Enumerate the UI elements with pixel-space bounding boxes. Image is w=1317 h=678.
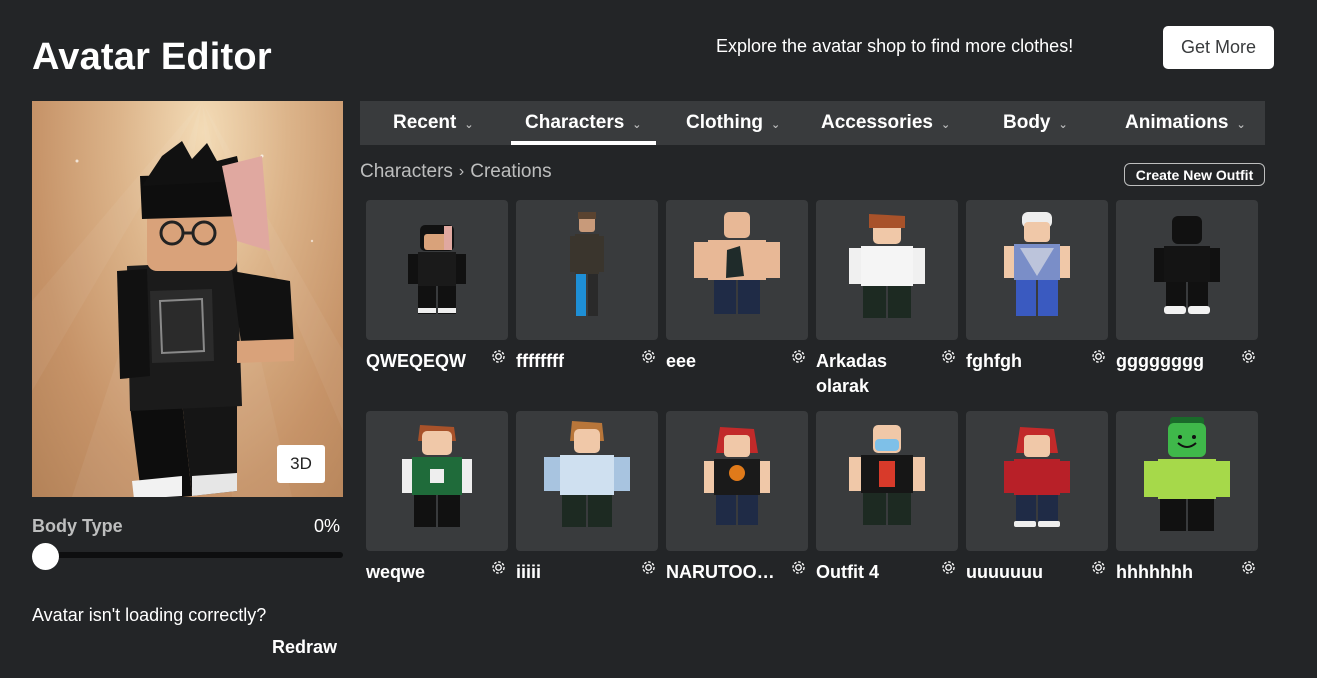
chevron-right-icon: › xyxy=(458,163,465,180)
outfit-thumbnail[interactable] xyxy=(666,411,808,551)
gear-icon[interactable] xyxy=(1240,348,1257,365)
tab-label: Characters xyxy=(525,112,625,133)
gear-icon[interactable] xyxy=(790,559,807,576)
outfit-name: NARUTOOOO xyxy=(666,562,784,582)
create-new-outfit-button[interactable]: Create New Outfit xyxy=(1124,163,1265,186)
outfit-name: Arkadas olarak xyxy=(816,351,888,396)
outfit-thumbnail[interactable] xyxy=(966,200,1108,340)
outfit-thumbnail[interactable] xyxy=(366,200,508,340)
tab-clothing[interactable]: Clothing ⌄ xyxy=(686,101,780,145)
outfit-name: Outfit 4 xyxy=(816,562,879,582)
gear-icon[interactable] xyxy=(640,559,657,576)
outfit-thumbnail[interactable] xyxy=(1116,411,1258,551)
body-type-value: 0% xyxy=(314,516,341,536)
gear-icon[interactable] xyxy=(490,348,507,365)
gear-icon[interactable] xyxy=(940,559,957,576)
tab-label: Body xyxy=(1003,112,1051,133)
gear-icon[interactable] xyxy=(1240,559,1257,576)
chevron-down-icon: ⌄ xyxy=(632,118,642,131)
tab-label: Animations xyxy=(1125,112,1229,133)
body-type-slider-thumb[interactable] xyxy=(32,543,59,570)
view-3d-toggle[interactable]: 3D xyxy=(277,445,325,483)
outfit-thumbnail[interactable] xyxy=(666,200,808,340)
avatar-preview[interactable]: 3D xyxy=(32,101,343,497)
tab-label: Accessories xyxy=(821,112,933,133)
body-type-slider-track[interactable] xyxy=(32,552,343,558)
outfit-name: fghfgh xyxy=(966,351,1022,371)
outfit-thumbnail[interactable] xyxy=(966,411,1108,551)
outfit-thumbnail[interactable] xyxy=(516,200,658,340)
tab-characters[interactable]: Characters ⌄ xyxy=(511,101,655,145)
outfit-thumbnail[interactable] xyxy=(816,200,958,340)
outfit-name: weqwe xyxy=(366,562,426,582)
chevron-down-icon: ⌄ xyxy=(771,118,781,131)
body-type-label: Body Type xyxy=(32,516,123,536)
outfit-thumbnail[interactable] xyxy=(366,411,508,551)
get-more-button[interactable]: Get More xyxy=(1163,26,1274,69)
outfit-card[interactable]: iiiii xyxy=(516,411,658,582)
avatar-figure xyxy=(117,141,294,497)
outfit-card[interactable]: uuuuuuu xyxy=(966,411,1108,582)
outfit-name: iiiii xyxy=(516,562,542,582)
outfit-thumbnail[interactable] xyxy=(516,411,658,551)
outfit-name: ffffffff xyxy=(516,351,564,371)
promo-text: Explore the avatar shop to find more clo… xyxy=(716,36,1074,56)
chevron-down-icon: ⌄ xyxy=(940,118,951,131)
outfit-name: QWEQEQW xyxy=(366,351,466,371)
breadcrumb: Characters › Creations xyxy=(360,161,552,183)
tab-accessories[interactable]: Accessories ⌄ xyxy=(821,101,950,145)
breadcrumb-current: Creations xyxy=(470,161,552,182)
outfit-name: gggggggg xyxy=(1116,351,1204,371)
tab-body[interactable]: Body ⌄ xyxy=(1003,101,1068,145)
gear-icon[interactable] xyxy=(490,559,507,576)
tab-label: Clothing xyxy=(686,112,764,133)
gear-icon[interactable] xyxy=(1090,348,1107,365)
outfit-card[interactable]: fghfgh xyxy=(966,200,1108,371)
outfit-card[interactable]: Outfit 4 xyxy=(816,411,958,582)
breadcrumb-parent[interactable]: Characters xyxy=(360,161,453,183)
outfit-thumbnail[interactable] xyxy=(816,411,958,551)
outfit-name: hhhhhhh xyxy=(1116,562,1193,582)
outfit-card[interactable]: weqwe xyxy=(366,411,508,582)
gear-icon[interactable] xyxy=(1090,559,1107,576)
chevron-down-icon: ⌄ xyxy=(1236,118,1246,131)
redraw-link[interactable]: Redraw xyxy=(272,637,337,658)
outfit-thumbnail[interactable] xyxy=(1116,200,1258,340)
outfit-card[interactable]: QWEQEQW xyxy=(366,200,508,371)
outfit-card[interactable]: eee xyxy=(666,200,808,371)
chevron-down-icon: ⌄ xyxy=(464,118,474,131)
outfit-card[interactable]: NARUTOOOO xyxy=(666,411,808,582)
loading-help-text: Avatar isn't loading correctly? xyxy=(32,605,267,625)
outfit-card[interactable]: Arkadas olarak xyxy=(816,200,958,396)
tab-recent[interactable]: Recent ⌄ xyxy=(393,101,474,145)
gear-icon[interactable] xyxy=(640,348,657,365)
page-title: Avatar Editor xyxy=(32,36,272,78)
outfit-name: eee xyxy=(666,351,697,371)
tab-animations[interactable]: Animations ⌄ xyxy=(1125,101,1246,145)
outfit-name: uuuuuuu xyxy=(966,562,1043,582)
tab-label: Recent xyxy=(393,112,457,133)
gear-icon[interactable] xyxy=(790,348,807,365)
gear-icon[interactable] xyxy=(940,348,957,365)
chevron-down-icon: ⌄ xyxy=(1058,118,1068,131)
outfit-card[interactable]: gggggggg xyxy=(1116,200,1258,371)
outfit-card[interactable]: hhhhhhh xyxy=(1116,411,1258,582)
outfit-card[interactable]: ffffffff xyxy=(516,200,658,371)
category-tabs: Recent ⌄ Characters ⌄ Clothing ⌄ Accesso… xyxy=(360,101,1265,145)
